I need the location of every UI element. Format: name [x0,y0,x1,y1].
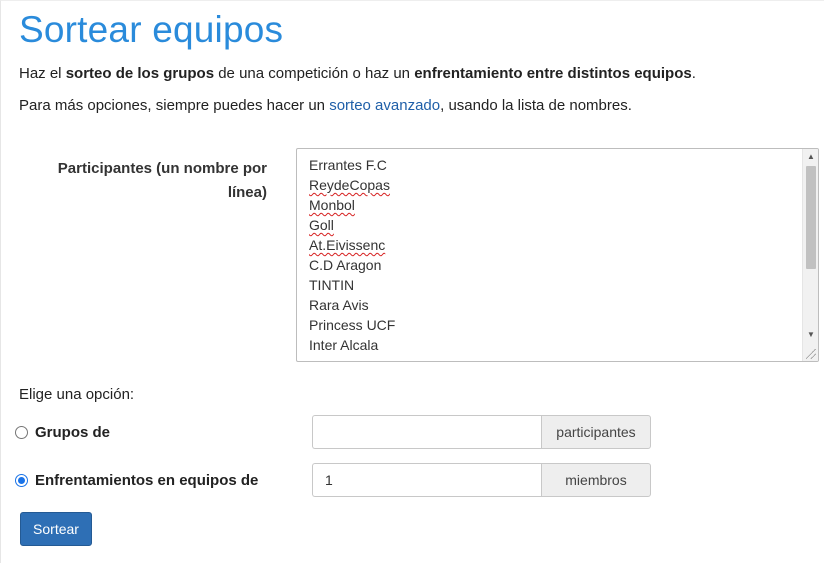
teams-option-label: Enfrentamientos en equipos de [35,472,259,489]
teams-addon: miembros [541,463,651,497]
options-text: , usando la lista de nombres. [440,97,632,114]
participant-line: Goll [309,215,395,235]
teams-radio[interactable] [15,474,28,487]
participant-line: C.D Aragon [309,257,382,273]
participants-label-line: Participantes (un nombre por [57,160,267,177]
groups-input-group: participantes [312,415,651,449]
scroll-down-arrow-icon[interactable]: ▼ [803,327,818,343]
page-title: Sortear equipos [19,9,284,50]
participants-label-line: línea) [227,184,267,201]
participant-line: Rara Avis [309,297,369,313]
scroll-up-arrow-icon[interactable]: ▲ [803,149,818,165]
advanced-draw-link[interactable]: sorteo avanzado [329,97,440,114]
intro-bold-groups: sorteo de los grupos [65,65,215,82]
participant-name: Monbol [309,197,355,213]
resize-grip-icon[interactable] [806,349,816,359]
participant-name: ReydeCopas [309,177,390,193]
intro-paragraph: Haz el sorteo de los grupos de una compe… [19,65,696,82]
options-paragraph: Para más opciones, siempre puedes hacer … [19,97,632,114]
team-members-input[interactable] [312,463,541,497]
option-prompt: Elige una opción: [19,386,135,403]
scroll-thumb[interactable] [806,166,816,269]
participant-line: Princess UCF [309,317,396,333]
teams-input-group: miembros [312,463,651,497]
draw-button[interactable]: Sortear [20,512,92,546]
groups-option[interactable]: Grupos de [15,424,110,441]
intro-bold-teams: enfrentamiento entre distintos equipos [414,65,692,82]
participant-line: ReydeCopas [309,175,395,195]
participant-line: TINTIN [309,277,355,293]
participants-textarea[interactable]: Errantes F.C ReydeCopas Monbol Goll At.E… [296,148,819,362]
participant-line: Inter Alcala [309,337,379,353]
participant-line: At.Eivissenc [309,235,395,255]
textarea-scrollbar[interactable]: ▲ ▼ [802,149,818,361]
participant-line: Errantes F.C [309,157,387,173]
intro-text: Haz el [19,65,66,82]
participants-list: Errantes F.C ReydeCopas Monbol Goll At.E… [309,155,395,355]
groups-radio[interactable] [15,426,28,439]
participants-label: Participantes (un nombre por línea) [31,157,267,205]
options-text: Para más opciones, siempre puedes hacer … [19,97,330,114]
participant-name: Goll [309,217,334,233]
intro-text: de una competición o haz un [214,65,415,82]
page: Sortear equipos Haz el sorteo de los gru… [0,0,824,563]
teams-option[interactable]: Enfrentamientos en equipos de [15,472,258,489]
participant-name: At.Eivissenc [309,237,386,253]
participant-line: Monbol [309,195,395,215]
intro-text: . [691,65,696,82]
groups-option-label: Grupos de [35,424,111,441]
groups-size-input[interactable] [312,415,541,449]
groups-addon: participantes [541,415,651,449]
